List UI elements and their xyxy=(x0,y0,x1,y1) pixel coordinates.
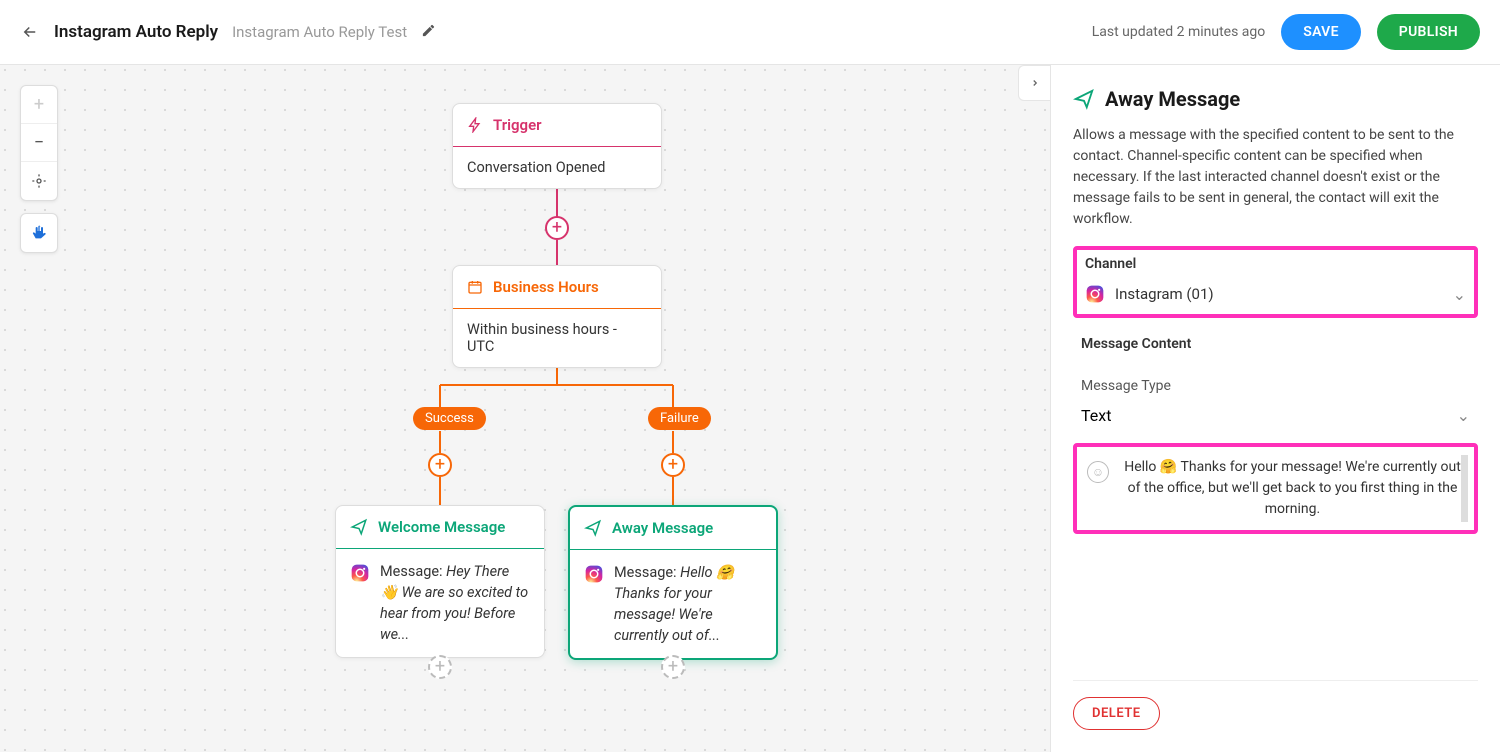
message-type-select[interactable]: Text ⌄ xyxy=(1081,402,1470,429)
sidebar-footer: DELETE xyxy=(1073,680,1478,730)
header-left: Instagram Auto Reply Instagram Auto Repl… xyxy=(20,22,436,42)
bolt-icon xyxy=(467,117,483,133)
business-hours-node[interactable]: Business Hours Within business hours - U… xyxy=(452,265,662,368)
delete-button[interactable]: DELETE xyxy=(1073,697,1160,730)
workflow-canvas[interactable]: + − Trigger Conversation Opened + Busine… xyxy=(0,65,1050,752)
back-arrow-icon[interactable] xyxy=(20,22,40,42)
emoji-picker-icon[interactable]: ☺ xyxy=(1087,461,1109,483)
send-icon xyxy=(1073,88,1095,110)
header-bar: Instagram Auto Reply Instagram Auto Repl… xyxy=(0,0,1500,65)
message-type-label: Message Type xyxy=(1081,378,1470,394)
message-text-input[interactable]: ☺ Hello 🤗 Thanks for your message! We're… xyxy=(1073,443,1478,534)
canvas-toolbar: + − xyxy=(20,85,58,253)
trigger-node[interactable]: Trigger Conversation Opened xyxy=(452,103,662,189)
away-title: Away Message xyxy=(612,519,713,537)
workflow-subtitle: Instagram Auto Reply Test xyxy=(232,23,407,41)
away-message-node[interactable]: Away Message Message: Hello 🤗 Thanks for… xyxy=(568,505,778,660)
success-pill: Success xyxy=(413,407,486,430)
zoom-out-button[interactable]: − xyxy=(21,124,57,162)
trigger-body: Conversation Opened xyxy=(453,146,661,188)
workflow-title: Instagram Auto Reply xyxy=(54,22,218,42)
send-icon xyxy=(584,519,602,537)
instagram-icon xyxy=(584,564,604,584)
add-after-away-button[interactable]: + xyxy=(661,655,685,679)
properties-sidebar: Away Message Allows a message with the s… xyxy=(1050,65,1500,752)
edit-icon[interactable] xyxy=(421,23,436,42)
message-type-field: Message Type Text ⌄ xyxy=(1073,378,1478,429)
send-icon xyxy=(350,518,368,536)
last-updated-text: Last updated 2 minutes ago xyxy=(1092,24,1266,40)
sidebar-title: Away Message xyxy=(1105,87,1240,111)
channel-value: Instagram (01) xyxy=(1115,285,1214,303)
chevron-down-icon: ⌄ xyxy=(1453,285,1466,304)
instagram-icon xyxy=(350,563,370,583)
chevron-down-icon: ⌄ xyxy=(1457,406,1470,425)
message-content-label: Message Content xyxy=(1081,336,1470,352)
pan-tool-button[interactable] xyxy=(21,214,57,252)
add-success-branch-button[interactable]: + xyxy=(428,453,452,477)
message-type-value: Text xyxy=(1081,406,1111,425)
sidebar-description: Allows a message with the specified cont… xyxy=(1073,125,1478,230)
message-text-content: Hello 🤗 Thanks for your message! We're c… xyxy=(1121,457,1464,520)
channel-field: Channel Instagram (01) ⌄ xyxy=(1073,246,1478,318)
recenter-button[interactable] xyxy=(21,162,57,200)
failure-pill: Failure xyxy=(648,407,711,430)
instagram-icon xyxy=(1085,284,1105,304)
add-after-trigger-button[interactable]: + xyxy=(545,216,569,240)
header-right: Last updated 2 minutes ago SAVE PUBLISH xyxy=(1092,14,1480,50)
welcome-title: Welcome Message xyxy=(378,518,505,536)
biz-body: Within business hours - UTC xyxy=(453,308,661,367)
zoom-in-button[interactable]: + xyxy=(21,86,57,124)
trigger-title: Trigger xyxy=(493,116,542,134)
welcome-message-node[interactable]: Welcome Message Message: Hey There 👋 We … xyxy=(335,505,545,658)
add-after-welcome-button[interactable]: + xyxy=(428,655,452,679)
biz-title: Business Hours xyxy=(493,278,599,296)
collapse-sidebar-button[interactable] xyxy=(1018,65,1050,101)
publish-button[interactable]: PUBLISH xyxy=(1377,14,1480,50)
channel-select[interactable]: Instagram (01) ⌄ xyxy=(1085,280,1466,308)
save-button[interactable]: SAVE xyxy=(1281,14,1361,50)
message-content-section: Message Content xyxy=(1073,336,1478,360)
channel-label: Channel xyxy=(1085,256,1466,272)
sidebar-title-row: Away Message xyxy=(1073,87,1478,111)
calendar-icon xyxy=(467,279,483,295)
add-failure-branch-button[interactable]: + xyxy=(661,453,685,477)
